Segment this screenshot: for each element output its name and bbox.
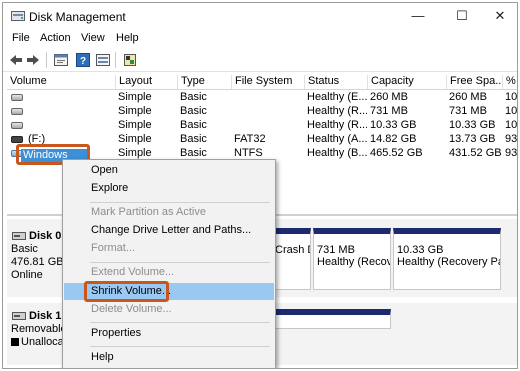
cell-type: Basic [180, 91, 207, 103]
highlight-callout-shrink [84, 281, 169, 302]
cell-file-system: NTFS [234, 147, 263, 159]
help-icon[interactable]: ? [75, 52, 91, 68]
partition-recovery-10gb[interactable]: 10.33 GB Healthy (Recovery Part [393, 228, 501, 290]
properties-icon[interactable] [53, 52, 69, 68]
menu-help[interactable]: Help [116, 32, 139, 44]
volume-list-header: Volume Layout Type File System Status Ca… [7, 73, 517, 90]
maximize-button[interactable]: ☐ [447, 7, 477, 25]
cell-type: Basic [180, 105, 207, 117]
partition-label: Crash D [275, 244, 310, 256]
menu-item-properties[interactable]: Properties [64, 325, 274, 342]
volume-row[interactable]: Simple Basic Healthy (E... 260 MB 260 MB… [7, 91, 517, 105]
volume-row[interactable]: Simple Basic Healthy (R... 10.33 GB 10.3… [7, 119, 517, 133]
toolbar-separator [46, 52, 47, 68]
settings-icon[interactable] [122, 52, 138, 68]
partition-removable[interactable] [271, 309, 391, 329]
cell-layout: Simple [118, 147, 152, 159]
cell-free-space: 260 MB [449, 91, 487, 103]
window-title: Disk Management [29, 10, 126, 24]
cell-capacity: 465.52 GB [370, 147, 423, 159]
drive-icon [11, 108, 23, 115]
menu-separator [90, 262, 270, 263]
cell-status: Healthy (R... [307, 105, 367, 117]
menu-item-mark-partition-active[interactable]: Mark Partition as Active [64, 204, 274, 221]
disk-icon [12, 312, 26, 320]
cell-capacity: 260 MB [370, 91, 408, 103]
column-layout[interactable]: Layout [115, 75, 177, 89]
cell-layout: Simple [118, 91, 152, 103]
partition-recovery-731mb[interactable]: 731 MB Healthy (Recov [313, 228, 391, 290]
menu-item-change-drive-letter[interactable]: Change Drive Letter and Paths... [64, 222, 274, 239]
cell-file-system: FAT32 [234, 133, 266, 145]
menu-separator [90, 322, 270, 323]
column-free-space[interactable]: Free Spa... [446, 75, 502, 89]
disk-icon [12, 232, 26, 240]
partition-size: 731 MB [317, 244, 355, 256]
column-file-system[interactable]: File System [231, 75, 304, 89]
rescan-icon[interactable] [95, 52, 111, 68]
disk-management-window: Disk Management — ☐ ✕ File Action View H… [2, 2, 518, 369]
context-menu: Open Explore Mark Partition as Active Ch… [62, 159, 276, 368]
cell-free-space: 731 MB [449, 105, 487, 117]
cell-type: Basic [180, 133, 207, 145]
cell-capacity: 731 MB [370, 105, 408, 117]
cell-type: Basic [180, 147, 207, 159]
column-type[interactable]: Type [177, 75, 231, 89]
cell-status: Healthy (E... [307, 91, 367, 103]
toolbar: ? [3, 49, 517, 72]
cell-percent-free: 10( [505, 91, 517, 103]
menu-item-format[interactable]: Format... [64, 240, 274, 257]
volume-row[interactable]: Simple Basic Healthy (R... 731 MB 731 MB… [7, 105, 517, 119]
menu-separator [90, 202, 270, 203]
unallocated-legend-swatch [11, 338, 19, 346]
menu-view[interactable]: View [81, 32, 105, 44]
forward-icon[interactable] [25, 52, 41, 68]
cell-layout: Simple [118, 105, 152, 117]
cell-layout: Simple [118, 133, 152, 145]
back-icon[interactable] [8, 52, 24, 68]
menu-file[interactable]: File [12, 32, 30, 44]
close-button[interactable]: ✕ [485, 7, 515, 25]
partition-crash-dump[interactable]: Crash D [271, 228, 311, 290]
cell-capacity: 14.82 GB [370, 133, 417, 145]
cell-capacity: 10.33 GB [370, 119, 417, 131]
menu-action[interactable]: Action [40, 32, 71, 44]
partition-status: Healthy (Recov [317, 256, 391, 268]
menu-item-open[interactable]: Open [64, 162, 274, 179]
cell-free-space: 13.73 GB [449, 133, 496, 145]
toolbar-separator [115, 52, 116, 68]
menu-item-help[interactable]: Help [64, 349, 274, 366]
cell-percent-free: 10( [505, 119, 517, 131]
column-volume[interactable]: Volume [7, 75, 115, 89]
drive-icon [11, 136, 23, 143]
cell-type: Basic [180, 119, 207, 131]
cell-status: Healthy (B... [307, 147, 367, 159]
svg-text:?: ? [80, 56, 86, 67]
cell-percent-free: 10( [505, 105, 517, 117]
cell-status: Healthy (A... [307, 133, 367, 145]
partition-size: 10.33 GB [397, 244, 444, 256]
cell-layout: Simple [118, 119, 152, 131]
cell-free-space: 10.33 GB [449, 119, 496, 131]
drive-icon [11, 122, 23, 129]
drive-icon [11, 94, 23, 101]
menu-bar: File Action View Help [3, 30, 517, 48]
cell-percent-free: 93 [505, 133, 517, 145]
minimize-button[interactable]: — [403, 7, 433, 25]
cell-free-space: 431.52 GB [449, 147, 502, 159]
disk-management-app-icon [11, 11, 25, 21]
column-status[interactable]: Status [304, 75, 367, 89]
title-bar: Disk Management — ☐ ✕ [3, 3, 517, 29]
cell-percent-free: 93 [505, 147, 517, 159]
menu-item-delete-volume[interactable]: Delete Volume... [64, 301, 274, 318]
menu-item-explore[interactable]: Explore [64, 180, 274, 197]
partition-status: Healthy (Recovery Part [397, 256, 501, 268]
menu-item-extend-volume[interactable]: Extend Volume... [64, 264, 274, 281]
column-percent-free[interactable]: % [502, 75, 517, 89]
menu-separator [90, 346, 270, 347]
column-capacity[interactable]: Capacity [367, 75, 446, 89]
cell-status: Healthy (R... [307, 119, 367, 131]
